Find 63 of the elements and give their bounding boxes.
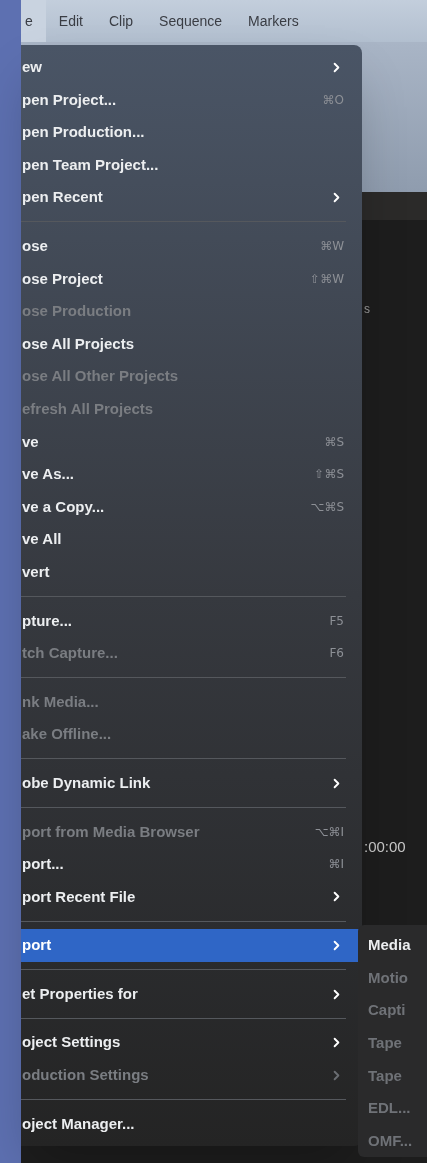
menu-item-label: oduction Settings [22, 1065, 150, 1086]
shortcut-label: ⇧⌘W [310, 270, 344, 288]
menu-item[interactable]: pen Project... ⌘O [21, 83, 362, 117]
menu-item-label: pen Production... [22, 122, 146, 143]
menu-item-label: obe Dynamic Link [22, 772, 152, 793]
menu-item-label: pen Recent [22, 187, 104, 208]
menu-item[interactable]: obe Dynamic Link [21, 766, 362, 800]
menu-item[interactable]: pen Production... [21, 116, 362, 149]
menu-item-label: port [22, 935, 53, 956]
menu-item-label: ew [22, 57, 43, 78]
timecode-label: :00:00 [364, 837, 407, 857]
menu-item[interactable]: ve All [21, 523, 362, 556]
menu-item-label: ose Project [22, 268, 104, 289]
menu-item-label: pen Project... [22, 89, 118, 110]
menu-item-label: port... [22, 854, 65, 875]
shortcut-label: ⌥⌘S [310, 499, 344, 516]
shortcut-label: F5 [329, 612, 344, 630]
menu-bar-item[interactable]: Edit [45, 0, 96, 42]
menu-item-label: oject Manager... [22, 1113, 136, 1134]
menu-item[interactable]: pen Recent [21, 181, 362, 214]
shortcut-label: ⌥⌘I [314, 823, 344, 841]
menu-item-label: vert [22, 561, 51, 582]
menu-item-label: ose Production [22, 301, 133, 322]
panel-label: s [364, 301, 371, 318]
menu-bar-item[interactable]: Clip [95, 0, 147, 42]
menu-item[interactable]: ve ⌘S [21, 425, 362, 459]
menu-item-label: oject Settings [22, 1032, 122, 1053]
menu-item[interactable]: ve As... ⇧⌘S [21, 458, 362, 491]
menu-item-label: nk Media... [22, 691, 100, 712]
shortcut-label: ⇧⌘S [314, 466, 344, 484]
menu-item-label: tch Capture... [22, 643, 119, 664]
menu-item-label: port from Media Browser [22, 821, 201, 842]
menu-item-label: ose All Projects [22, 333, 135, 354]
menu-item-label: ve a Copy... [22, 496, 106, 517]
menu-item[interactable]: ve a Copy... ⌥⌘S [21, 490, 362, 524]
menu-item[interactable]: ose ⌘W [21, 229, 362, 263]
shortcut-label: ⌘O [322, 91, 344, 109]
menu-item-label: ve As... [22, 464, 75, 485]
shortcut-label: F6 [329, 645, 344, 663]
menu-item[interactable]: pen Team Project... [21, 148, 362, 182]
menu-item-label: ve All [22, 529, 63, 550]
shortcut-label: ⌘S [324, 433, 344, 451]
menu-item[interactable]: vert [21, 555, 362, 589]
shortcut-label: ⌘W [320, 238, 344, 256]
menu-item-label: port Recent File [22, 886, 137, 907]
menu-item-label: efresh All Projects [22, 399, 155, 419]
menu-bar-item[interactable]: Markers [235, 0, 312, 42]
menu-item-label: et Properties for [22, 983, 139, 1004]
menu-item-label: ake Offline... [22, 724, 113, 745]
menu-item-label: ose [22, 236, 49, 256]
menu-item-label: pture... [22, 610, 73, 631]
menu-item[interactable]: port... ⌘I [21, 848, 362, 881]
menu-item[interactable]: ew [21, 51, 362, 84]
shortcut-label: ⌘I [328, 856, 344, 874]
menu-item[interactable]: pture... F5 [21, 604, 362, 638]
menu-item-label: ve [22, 431, 40, 452]
menu-item[interactable]: ose Project ⇧⌘W [21, 262, 362, 296]
menu-item[interactable]: ose All Projects [21, 327, 362, 361]
menu-item[interactable]: port Recent File [21, 880, 362, 914]
menu-bar-item[interactable]: Sequence [146, 0, 236, 42]
menu-item-label: pen Team Project... [22, 154, 160, 175]
menu-item-label: ose All Other Projects [22, 366, 180, 387]
menu-bar-item[interactable]: e [21, 0, 46, 42]
